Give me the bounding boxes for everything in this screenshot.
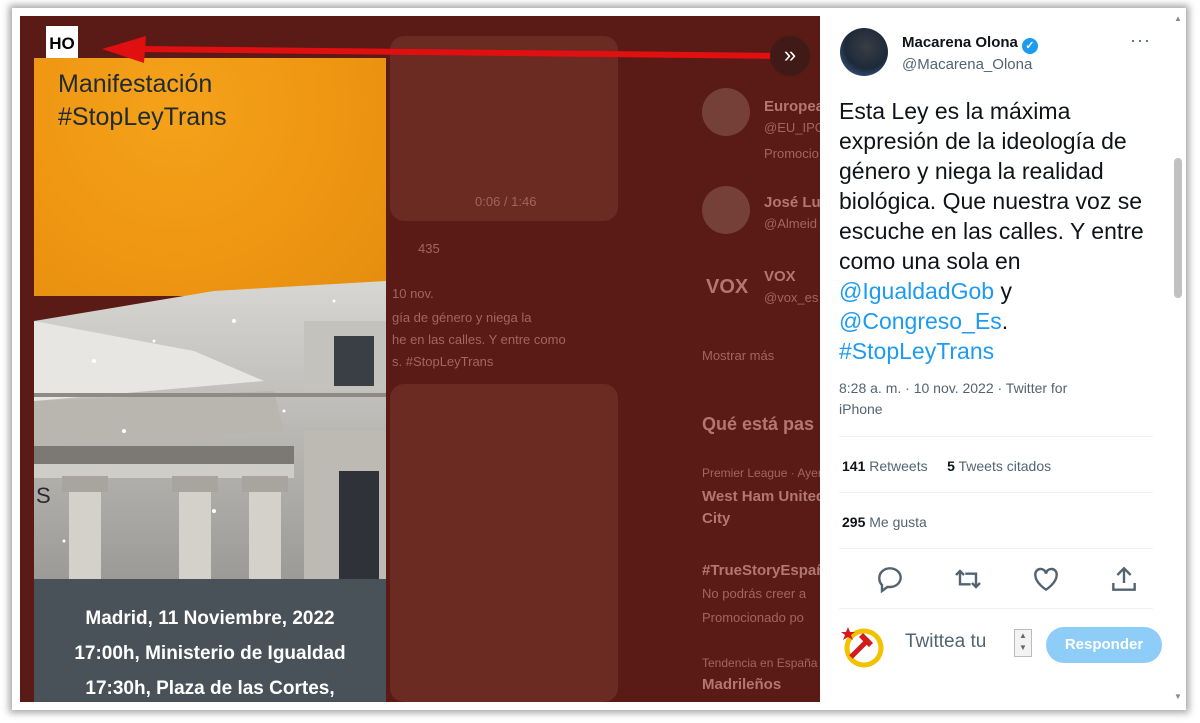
timestamp-line1[interactable]: 8:28 a. m. · 10 nov. 2022 · Twitter for: [839, 378, 1139, 399]
scroll-up-icon[interactable]: ▲: [1174, 14, 1182, 23]
expand-icon[interactable]: »: [770, 36, 810, 76]
tweet-body: Esta Ley es la máxima expresión de la id…: [839, 98, 1144, 274]
bg-who2-name: José Luis: [764, 194, 820, 211]
avatar[interactable]: [840, 28, 888, 76]
poster-details: Madrid, 11 Noviembre, 2022 17:00h, Minis…: [34, 579, 386, 702]
reply-button[interactable]: Responder: [1046, 627, 1162, 663]
reply-composer: Twittea tu ▲ ▼ Responder: [839, 623, 1169, 673]
divider: [839, 492, 1153, 493]
like-stats: 295 Me gusta: [842, 514, 927, 530]
verified-icon: ✓: [1021, 38, 1038, 54]
retweet-icon[interactable]: [952, 563, 984, 595]
bg-trend2-desc: No podrás creer a: [702, 586, 807, 601]
tweet-connector: y: [994, 278, 1012, 304]
tweet-period: .: [1001, 308, 1009, 334]
scrollbar[interactable]: [1174, 158, 1182, 298]
poster-header-label: HO: [46, 26, 78, 58]
timestamp-line2[interactable]: iPhone: [839, 399, 1139, 420]
bg-snippet-3: s. #StopLeyTrans: [392, 354, 494, 369]
bg-trend3-title: Madrileños: [702, 676, 782, 693]
bg-who3-name: VOX: [764, 268, 796, 285]
tweet-text: Esta Ley es la máxima expresión de la id…: [839, 96, 1169, 366]
share-icon[interactable]: [1108, 563, 1140, 595]
bg-trends-title: Qué está pas: [702, 414, 815, 434]
bg-date: 10 nov.: [392, 286, 434, 301]
quotes-count[interactable]: 5: [947, 458, 955, 474]
author-name-text[interactable]: Macarena Olona: [902, 34, 1018, 51]
bg-trend3-meta: Tendencia en España: [702, 656, 818, 670]
tweet-image[interactable]: HO Manifestación #StopLeyTrans S Madrid,…: [34, 26, 386, 702]
poster-title-line1: Manifestación: [58, 70, 213, 98]
user-logo-icon: [841, 627, 884, 668]
bg-avatar-1: [702, 88, 750, 136]
hashtag-link[interactable]: #StopLeyTrans: [839, 338, 994, 364]
retweets-count[interactable]: 141: [842, 458, 865, 474]
reply-scroll-spinner[interactable]: ▲ ▼: [1014, 629, 1032, 657]
bg-image-card: [390, 384, 618, 702]
mention-congreso[interactable]: @Congreso_Es: [839, 308, 1002, 334]
scroll-down-icon[interactable]: ▼: [1174, 692, 1182, 701]
building-letter: S: [36, 483, 51, 508]
screenshot-frame: 0:06 / 1:46 435 10 nov. gía de género y …: [12, 8, 1186, 710]
bg-who3-handle: @vox_es: [764, 290, 819, 305]
bg-trend2-promo: Promocionado po: [702, 610, 804, 625]
more-options-icon[interactable]: ···: [1130, 30, 1151, 51]
bg-who1-promo: Promocio: [764, 146, 819, 161]
bg-trend1-title1: West Ham United: [702, 488, 820, 505]
tweet-timestamp[interactable]: 8:28 a. m. · 10 nov. 2022 · Twitter for …: [839, 378, 1139, 420]
retweets-label[interactable]: Retweets: [869, 458, 927, 474]
poster-detail-line: Madrid, 11 Noviembre, 2022: [85, 608, 335, 629]
bg-snippet-1: gía de género y niega la: [392, 310, 532, 325]
divider: [839, 548, 1153, 549]
bg-who1-name: Europea: [764, 98, 820, 115]
tweet-panel: ▲ ▼ Macarena Olona ✓ @Macarena_Olona ··· …: [820, 8, 1186, 710]
media-viewer: 0:06 / 1:46 435 10 nov. gía de género y …: [20, 16, 820, 702]
bg-video-time: 0:06 / 1:46: [475, 194, 537, 209]
likes-count[interactable]: 295: [842, 514, 865, 530]
bg-trend1-meta: Premier League · Ayer: [702, 466, 820, 480]
divider: [839, 436, 1153, 437]
retweet-stats: 141 Retweets 5 Tweets citados: [842, 458, 1051, 474]
reply-input[interactable]: Twittea tu: [905, 631, 986, 653]
poster-top-band: [34, 26, 386, 58]
bg-who1-handle: @EU_IPO: [764, 120, 820, 135]
reply-icon[interactable]: [874, 563, 906, 595]
bg-likes-count: 435: [418, 241, 440, 256]
bg-vox-logo: VOX: [706, 276, 749, 298]
poster-detail-line: 17:00h, Ministerio de Igualdad: [74, 643, 346, 664]
author-name[interactable]: Macarena Olona ✓: [902, 34, 1038, 54]
likes-label[interactable]: Me gusta: [869, 514, 927, 530]
poster-orange-area: [34, 26, 386, 296]
bg-trend2-tag: #TrueStoryEspaña: [702, 562, 820, 579]
bg-trend1-title2: City: [702, 510, 731, 527]
poster-detail-line: 17:30h, Plaza de las Cortes,: [85, 678, 335, 699]
poster-title-line2: #StopLeyTrans: [58, 103, 227, 131]
building-illustration: S: [34, 281, 386, 581]
mention-igualdadgob[interactable]: @IgualdadGob: [839, 278, 994, 304]
author-handle[interactable]: @Macarena_Olona: [902, 56, 1032, 73]
bg-show-more: Mostrar más: [702, 348, 775, 363]
quotes-label[interactable]: Tweets citados: [959, 458, 1052, 474]
bg-who2-handle: @Almeid: [764, 216, 817, 231]
like-icon[interactable]: [1030, 563, 1062, 595]
bg-avatar-2: [702, 186, 750, 234]
poster-title: Manifestación #StopLeyTrans: [58, 68, 227, 134]
bg-snippet-2: he en las calles. Y entre como: [392, 332, 566, 347]
divider: [839, 608, 1153, 609]
